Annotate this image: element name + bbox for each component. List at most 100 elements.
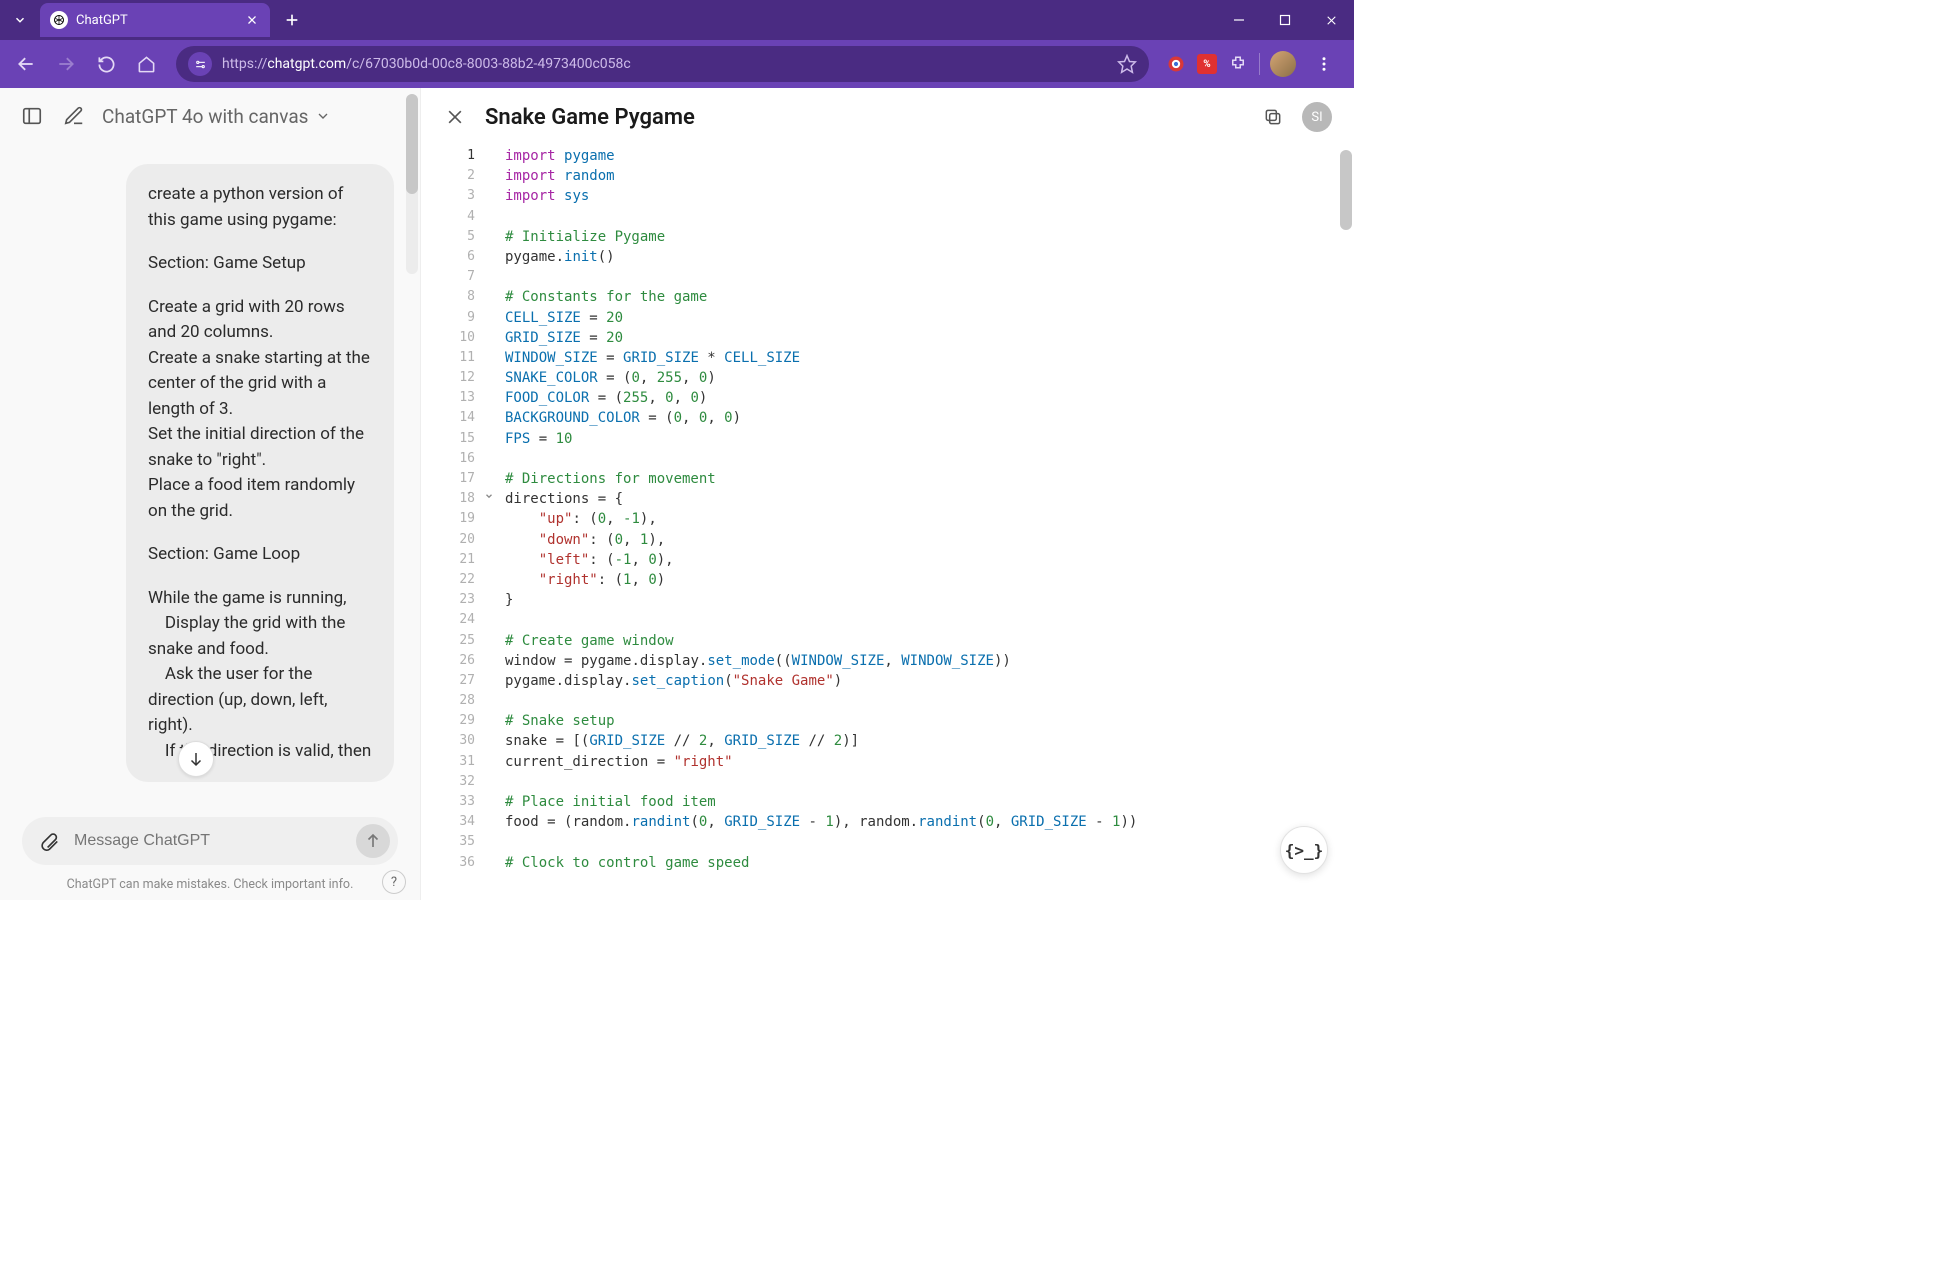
tab-search-button[interactable] [6,6,34,34]
code-line [505,832,1338,852]
code-line: WINDOW_SIZE = GRID_SIZE * CELL_SIZE [505,348,1338,368]
line-number: 21 [421,550,475,570]
line-number: 4 [421,207,475,227]
code-editor[interactable]: 1234567891011121314151617181920212223242… [421,146,1354,900]
extensions-button[interactable] [1227,53,1249,75]
canvas-pane: Snake Game Pygame SI 1234567891011121314… [420,88,1354,900]
code-line: GRID_SIZE = 20 [505,328,1338,348]
line-number: 30 [421,731,475,751]
reload-button[interactable] [88,46,124,82]
divider [1259,53,1260,75]
home-button[interactable] [128,46,164,82]
line-number: 17 [421,469,475,489]
chevron-down-icon [315,108,331,124]
run-fab[interactable]: {>_} [1280,826,1328,874]
user-message: create a python version of this game usi… [126,164,394,782]
msg-line: Ask the user for the direction (up, down… [148,662,372,739]
line-number: 2 [421,166,475,186]
back-button[interactable] [8,46,44,82]
maximize-button[interactable] [1262,0,1308,40]
code-line: # Initialize Pygame [505,227,1338,247]
new-chat-icon[interactable] [60,102,88,130]
code-line: import sys [505,186,1338,206]
tab-title: ChatGPT [76,13,236,28]
line-number: 32 [421,772,475,792]
line-number: 20 [421,530,475,550]
editor-scrollbar-thumb[interactable] [1340,150,1352,230]
profile-avatar[interactable] [1270,51,1296,77]
line-number: 31 [421,752,475,772]
msg-line: Section: Game Loop [148,542,372,568]
address-bar[interactable]: https://chatgpt.com/c/67030b0d-00c8-8003… [176,46,1149,82]
message-input[interactable] [74,832,346,850]
msg-line: create a python version of this game usi… [148,182,372,233]
line-number: 1 [421,146,475,166]
code-line: # Clock to control game speed [505,853,1338,873]
code-line: # Place initial food item [505,792,1338,812]
line-number: 36 [421,853,475,873]
toggle-sidebar-icon[interactable] [18,102,46,130]
browser-tab[interactable]: ChatGPT [40,3,270,37]
canvas-header: Snake Game Pygame SI [421,88,1354,146]
code-line [505,691,1338,711]
user-avatar[interactable]: SI [1302,102,1332,132]
msg-line: Section: Game Setup [148,251,372,277]
browser-menu-button[interactable] [1306,46,1342,82]
extension-icon-1[interactable] [1165,53,1187,75]
code-line: snake = [(GRID_SIZE // 2, GRID_SIZE // 2… [505,731,1338,751]
line-number: 6 [421,247,475,267]
code-line: # Snake setup [505,711,1338,731]
composer [0,807,420,871]
line-gutter: 1234567891011121314151617181920212223242… [421,146,483,873]
msg-line: Place a food item randomly on the grid. [148,473,372,524]
line-number: 19 [421,509,475,529]
code-line: } [505,590,1338,610]
forward-button[interactable] [48,46,84,82]
line-number: 3 [421,186,475,206]
line-number: 16 [421,449,475,469]
line-number: 25 [421,631,475,651]
code-line: pygame.init() [505,247,1338,267]
attach-button[interactable] [34,826,64,856]
copy-button[interactable] [1260,104,1286,130]
code-line [505,207,1338,227]
fold-icon[interactable] [484,491,494,501]
url-text: https://chatgpt.com/c/67030b0d-00c8-8003… [222,56,631,72]
line-number: 28 [421,691,475,711]
extension-icon-2[interactable]: % [1197,54,1217,74]
code-line: SNAKE_COLOR = (0, 255, 0) [505,368,1338,388]
model-label: ChatGPT 4o with canvas [102,105,309,128]
close-canvas-button[interactable] [443,105,467,129]
line-number: 26 [421,651,475,671]
line-number: 34 [421,812,475,832]
close-window-button[interactable] [1308,0,1354,40]
url-scheme: https:// [222,56,267,72]
code-line: current_direction = "right" [505,752,1338,772]
code-line: "up": (0, -1), [505,509,1338,529]
code-line [505,449,1338,469]
bookmark-icon[interactable] [1117,54,1137,74]
editor-scrollbar-track [1340,150,1352,896]
composer-box [22,817,398,865]
tab-close-button[interactable] [244,12,260,28]
new-tab-button[interactable] [278,6,306,34]
code-line: window = pygame.display.set_mode((WINDOW… [505,651,1338,671]
code-line [505,772,1338,792]
code-line: "left": (-1, 0), [505,550,1338,570]
line-number: 7 [421,267,475,287]
send-button[interactable] [356,824,390,858]
code-body: import pygameimport randomimport sys# In… [505,146,1338,873]
model-selector[interactable]: ChatGPT 4o with canvas [102,105,331,128]
code-line: "down": (0, 1), [505,530,1338,550]
scroll-to-bottom-button[interactable] [178,741,214,777]
minimize-button[interactable] [1216,0,1262,40]
window-controls [1216,0,1354,40]
app-content: ChatGPT 4o with canvas create a python v… [0,88,1354,900]
line-number: 14 [421,408,475,428]
code-line: "right": (1, 0) [505,570,1338,590]
help-button[interactable]: ? [382,870,406,894]
site-info-icon[interactable] [188,52,212,76]
conversation: create a python version of this game usi… [0,144,420,807]
line-number: 23 [421,590,475,610]
canvas-actions: SI [1260,102,1332,132]
